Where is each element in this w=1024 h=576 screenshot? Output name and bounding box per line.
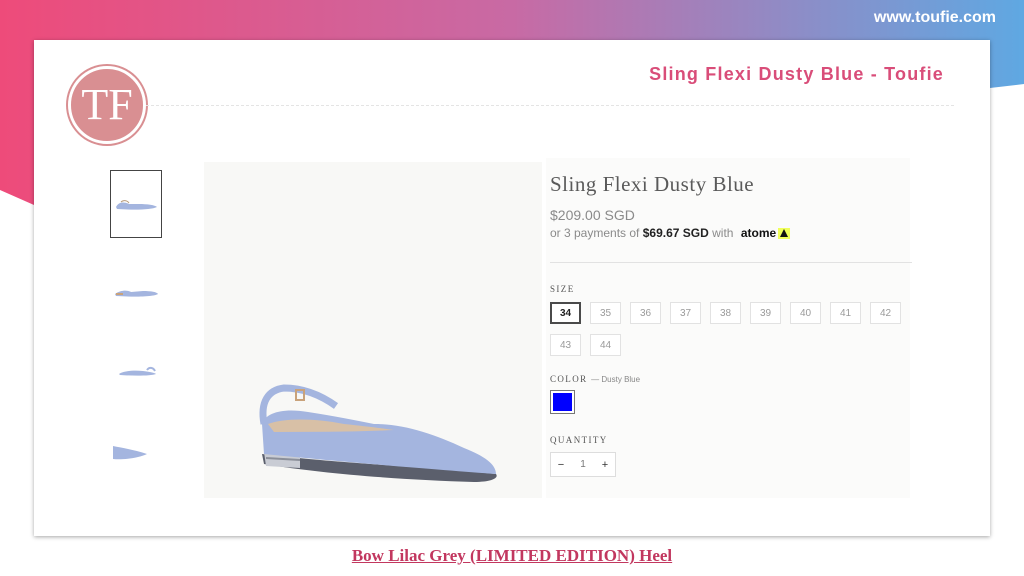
installment-amount: $69.67 SGD [642,226,709,240]
shoe-angle-thumbnail-icon [115,290,158,297]
size-option-41[interactable]: 41 [830,302,861,324]
size-options-row-2: 43 44 [550,334,621,356]
slingback-shoe-icon [259,384,497,482]
quantity-label: QUANTITY [550,435,608,445]
atome-icon [778,227,791,239]
size-option-35[interactable]: 35 [590,302,621,324]
size-option-38[interactable]: 38 [710,302,741,324]
quantity-value[interactable]: 1 [573,459,593,470]
color-label: COLOR [550,374,588,384]
slide-card: TF Sling Flexi Dusty Blue - Toufie Sling… [34,40,990,536]
size-option-37[interactable]: 37 [670,302,701,324]
installment-suffix: with [712,226,734,240]
size-option-44[interactable]: 44 [590,334,621,356]
thumbnail-1[interactable] [110,170,162,238]
shoe-side-thumbnail-icon [116,200,157,210]
quantity-decrease-button[interactable]: − [551,459,571,471]
site-url[interactable]: www.toufie.com [874,9,996,27]
size-option-36[interactable]: 36 [630,302,661,324]
main-product-image[interactable] [204,162,542,498]
product-price: $209.00 SGD [550,207,635,223]
thumbnail-3[interactable] [110,338,162,406]
product-info-panel: Sling Flexi Dusty Blue $209.00 SGD or 3 … [546,158,912,498]
installment-text: or 3 payments of $69.67 SGD with atome [550,226,791,240]
thumbnail-4[interactable] [110,418,162,486]
logo-monogram: TF [81,80,133,129]
shoe-toe-thumbnail-icon [113,446,147,460]
size-option-43[interactable]: 43 [550,334,581,356]
product-title: Sling Flexi Dusty Blue [550,172,755,196]
title-divider [146,105,954,106]
shoe-back-thumbnail-icon [119,366,156,376]
info-divider [550,262,912,263]
size-label: SIZE [550,284,575,294]
size-options-row-1: 34 35 36 37 38 39 40 41 42 [550,302,901,324]
thumbnail-2[interactable] [110,258,162,326]
color-swatch-dusty-blue[interactable] [550,390,575,414]
size-option-42[interactable]: 42 [870,302,901,324]
next-product-link[interactable]: Bow Lilac Grey (LIMITED EDITION) Heel [0,546,1024,566]
size-option-39[interactable]: 39 [750,302,781,324]
color-label-group: COLOR — Dusty Blue [550,374,640,384]
size-option-40[interactable]: 40 [790,302,821,324]
atome-logo[interactable]: atome [740,226,791,240]
color-value: — Dusty Blue [591,375,641,384]
size-option-34[interactable]: 34 [550,302,581,324]
quantity-stepper: − 1 + [550,452,616,477]
atome-brand: atome [740,226,777,240]
toufie-logo: TF [68,66,146,144]
product-page-screenshot: Sling Flexi Dusty Blue $209.00 SGD or 3 … [96,158,926,498]
installment-prefix: or 3 payments of [550,226,640,240]
color-swatch-fill [553,393,572,411]
slide-title: Sling Flexi Dusty Blue - Toufie [649,64,944,84]
quantity-increase-button[interactable]: + [595,459,615,471]
